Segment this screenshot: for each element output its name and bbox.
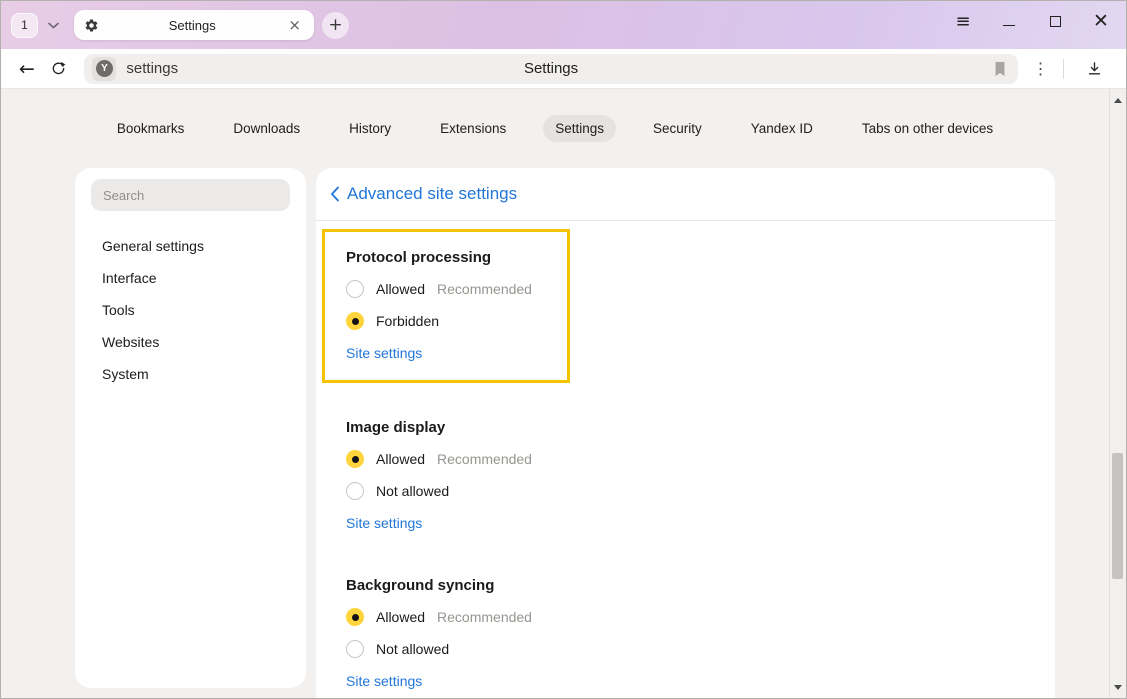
bookmark-icon[interactable] bbox=[992, 60, 1008, 83]
nav-tab-yandex-id[interactable]: Yandex ID bbox=[739, 115, 825, 142]
sidebar-item-tools[interactable]: Tools bbox=[91, 294, 290, 326]
back-button[interactable]: ← bbox=[11, 53, 43, 85]
menu-icon[interactable]: ≡ bbox=[952, 10, 974, 32]
recommended-note: Recommended bbox=[437, 609, 532, 625]
nav-tab-bookmarks[interactable]: Bookmarks bbox=[105, 115, 197, 142]
settings-nav-tabs: Bookmarks Downloads History Extensions Setti… bbox=[1, 89, 1109, 168]
radio-label: Not allowed bbox=[376, 483, 449, 499]
nav-tab-history[interactable]: History bbox=[337, 115, 403, 142]
maximize-button[interactable] bbox=[1044, 10, 1066, 32]
sidebar-item-system[interactable]: System bbox=[91, 358, 290, 390]
section-protocol-processing: Protocol processing Allowed Recommended … bbox=[322, 229, 570, 383]
radio-option-not-allowed[interactable]: Not allowed bbox=[346, 475, 1025, 507]
section-title: Background syncing bbox=[346, 569, 1025, 601]
settings-layout: General settingsInterfaceToolsWebsitesSy… bbox=[1, 168, 1109, 698]
toolbar: ← Y settings Settings ⋮ bbox=[1, 49, 1126, 89]
titlebar: 1 Settings × + ≡ ✕ bbox=[1, 1, 1126, 49]
scroll-down-icon[interactable] bbox=[1110, 679, 1126, 695]
address-bar[interactable]: Y settings Settings bbox=[84, 54, 1017, 84]
radio-button[interactable] bbox=[346, 482, 364, 500]
radio-option-allowed[interactable]: Allowed Recommended bbox=[346, 273, 567, 305]
section-background-syncing: Background syncing Allowed Recommended N… bbox=[346, 569, 1025, 697]
url-text: settings bbox=[126, 60, 178, 77]
search-input[interactable] bbox=[91, 179, 290, 211]
section-options: Allowed Recommended Not allowed bbox=[346, 601, 1025, 665]
radio-label: Allowed bbox=[376, 609, 425, 625]
site-settings-link[interactable]: Site settings bbox=[346, 337, 422, 369]
reload-button[interactable] bbox=[43, 53, 75, 85]
more-options-button[interactable]: ⋮ bbox=[1026, 59, 1056, 78]
settings-main-panel: Advanced site settings Protocol processi… bbox=[316, 168, 1055, 698]
chevron-down-icon bbox=[48, 16, 59, 34]
scrollbar-thumb[interactable] bbox=[1112, 453, 1123, 579]
yandex-protect-icon: Y bbox=[96, 60, 113, 77]
section-title: Protocol processing bbox=[346, 241, 567, 273]
nav-tab-settings[interactable]: Settings bbox=[543, 115, 616, 142]
close-window-button[interactable]: ✕ bbox=[1090, 10, 1112, 32]
radio-button[interactable] bbox=[346, 608, 364, 626]
radio-option-allowed[interactable]: Allowed Recommended bbox=[346, 443, 1025, 475]
vertical-scrollbar[interactable] bbox=[1109, 89, 1126, 698]
window-controls: ≡ ✕ bbox=[952, 1, 1112, 41]
page-title: Settings bbox=[84, 60, 1017, 77]
tab-list-button[interactable] bbox=[38, 13, 68, 38]
site-settings-link[interactable]: Site settings bbox=[346, 665, 422, 697]
close-tab-icon[interactable]: × bbox=[285, 16, 304, 34]
radio-label: Forbidden bbox=[376, 313, 439, 329]
radio-option-allowed[interactable]: Allowed Recommended bbox=[346, 601, 1025, 633]
section-options: Allowed Recommended Not allowed bbox=[346, 443, 1025, 507]
sidebar-item-websites[interactable]: Websites bbox=[91, 326, 290, 358]
radio-button[interactable] bbox=[346, 640, 364, 658]
radio-button[interactable] bbox=[346, 280, 364, 298]
settings-page: Bookmarks Downloads History Extensions Setti… bbox=[1, 89, 1126, 698]
tab-counter-button[interactable]: 1 bbox=[11, 13, 38, 38]
settings-sections: Protocol processing Allowed Recommended … bbox=[316, 221, 1055, 697]
site-settings-link[interactable]: Site settings bbox=[346, 507, 422, 539]
minimize-button[interactable] bbox=[998, 10, 1020, 32]
plus-icon: + bbox=[328, 15, 342, 35]
tab-title: Settings bbox=[99, 18, 285, 33]
new-tab-button[interactable]: + bbox=[322, 12, 349, 39]
section-image-display: Image display Allowed Recommended Not al… bbox=[346, 411, 1025, 539]
downloads-button[interactable] bbox=[1072, 60, 1116, 77]
site-favicon: Y bbox=[92, 57, 116, 81]
recommended-note: Recommended bbox=[437, 451, 532, 467]
nav-tab-extensions[interactable]: Extensions bbox=[428, 115, 518, 142]
chevron-left-icon bbox=[330, 186, 340, 202]
radio-button[interactable] bbox=[346, 450, 364, 468]
radio-option-not-allowed[interactable]: Not allowed bbox=[346, 633, 1025, 665]
reload-icon bbox=[50, 60, 67, 77]
sidebar-item-general-settings[interactable]: General settings bbox=[91, 230, 290, 262]
sidebar-item-interface[interactable]: Interface bbox=[91, 262, 290, 294]
nav-tab-security[interactable]: Security bbox=[641, 115, 714, 142]
radio-button[interactable] bbox=[346, 312, 364, 330]
section-title: Image display bbox=[346, 411, 1025, 443]
advanced-settings-header[interactable]: Advanced site settings bbox=[316, 168, 1055, 221]
settings-sidebar: General settingsInterfaceToolsWebsitesSy… bbox=[75, 168, 306, 688]
recommended-note: Recommended bbox=[437, 281, 532, 297]
radio-label: Allowed bbox=[376, 451, 425, 467]
gear-icon bbox=[84, 18, 99, 33]
page-section-title: Advanced site settings bbox=[347, 184, 517, 204]
back-arrow-icon: ← bbox=[19, 58, 35, 80]
radio-label: Not allowed bbox=[376, 641, 449, 657]
nav-tab-downloads[interactable]: Downloads bbox=[221, 115, 312, 142]
radio-label: Allowed bbox=[376, 281, 425, 297]
nav-tab-tabs-on-other-devices[interactable]: Tabs on other devices bbox=[850, 115, 1005, 142]
download-icon bbox=[1086, 60, 1103, 77]
sidebar-list: General settingsInterfaceToolsWebsitesSy… bbox=[91, 230, 290, 390]
toolbar-divider bbox=[1063, 59, 1064, 79]
section-options: Allowed Recommended Forbidden bbox=[346, 273, 567, 337]
browser-window: 1 Settings × + ≡ ✕ ← Y bbox=[0, 0, 1127, 699]
active-tab[interactable]: Settings × bbox=[74, 10, 314, 40]
radio-option-forbidden[interactable]: Forbidden bbox=[346, 305, 567, 337]
scroll-up-icon[interactable] bbox=[1110, 92, 1126, 108]
kebab-icon: ⋮ bbox=[1033, 59, 1049, 78]
